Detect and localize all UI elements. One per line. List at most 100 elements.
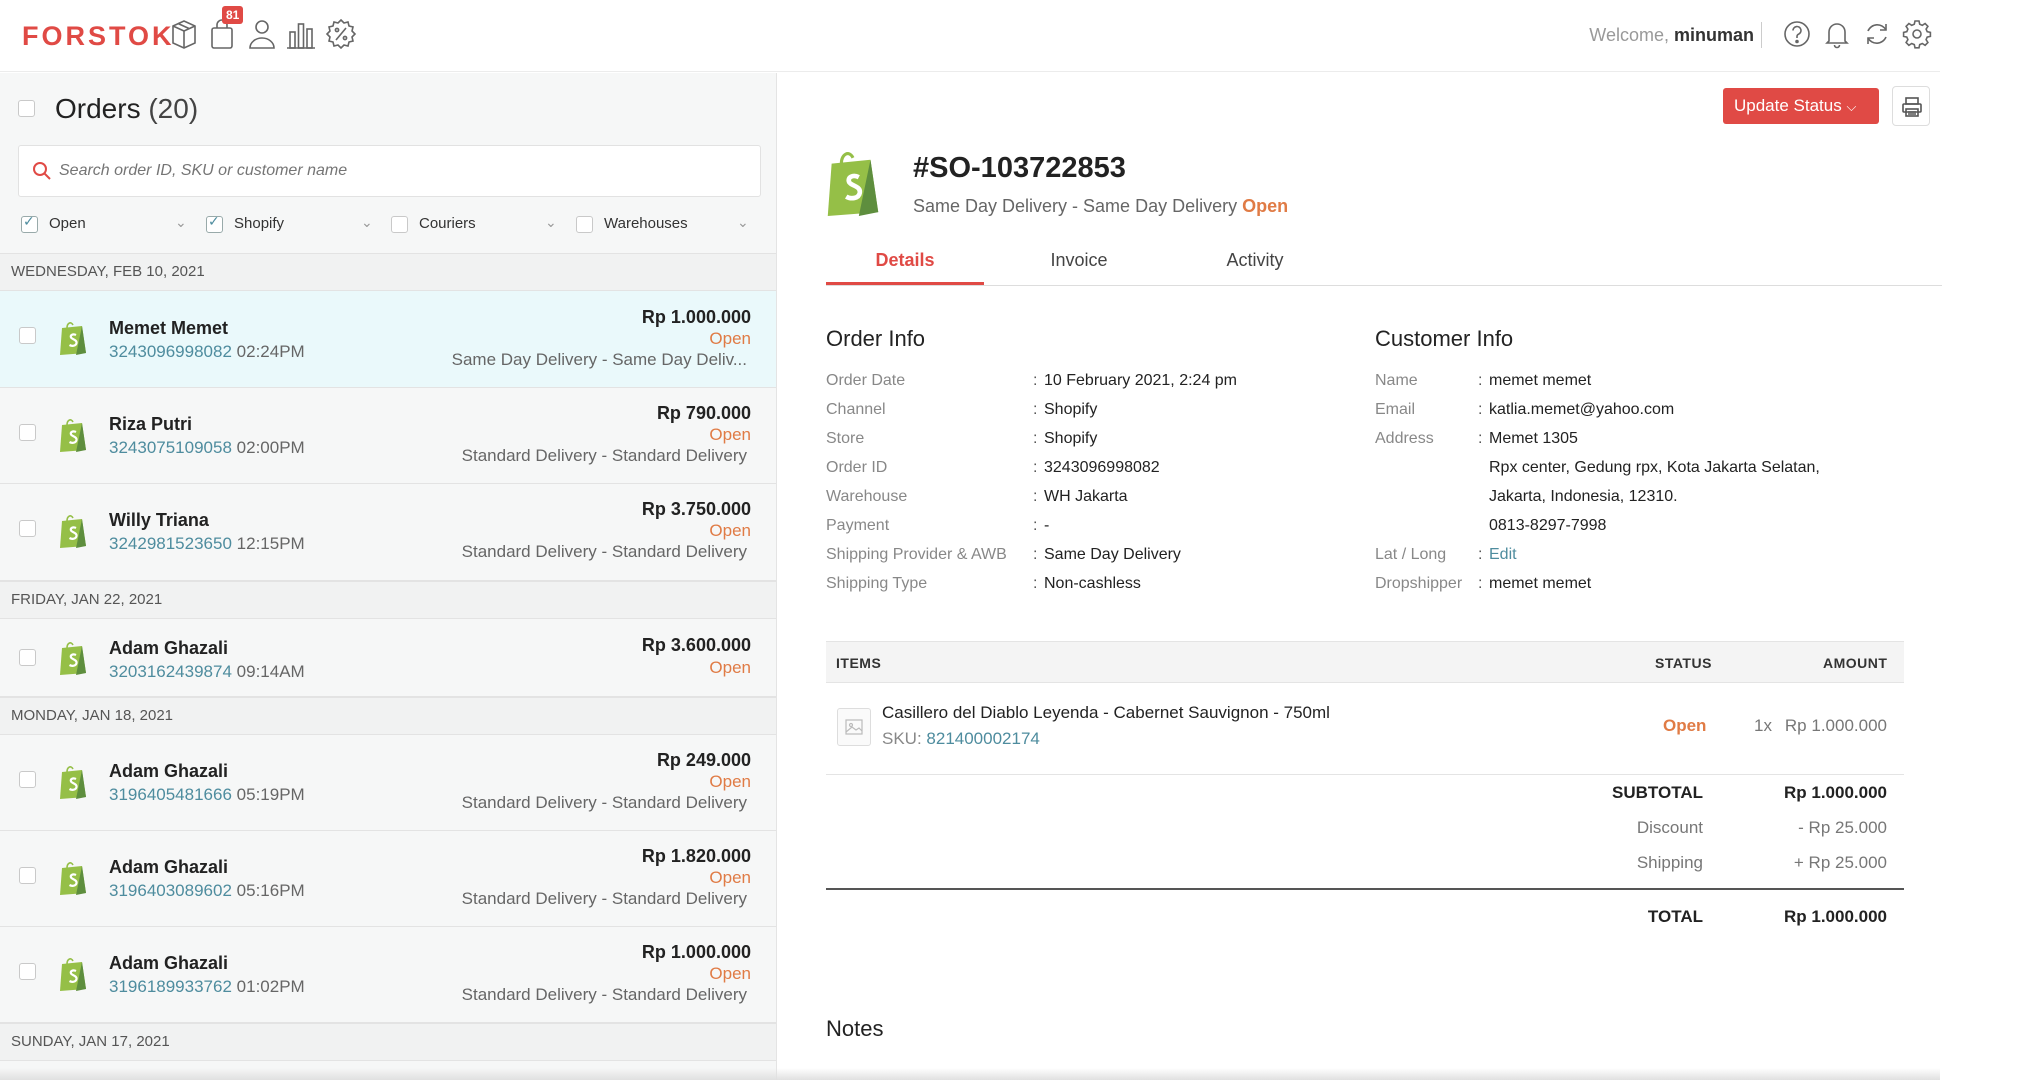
notifications-bell-icon[interactable] — [1822, 18, 1852, 50]
analytics-chart-icon[interactable] — [284, 16, 318, 52]
print-button[interactable] — [1892, 86, 1930, 126]
filter-open-checkbox[interactable] — [21, 214, 38, 233]
order-id: 3242981523650 — [109, 534, 232, 553]
app: { "topbar": { "logo": "FORSTOK", "notif_… — [0, 0, 2020, 1080]
filter-open-label[interactable]: Open — [49, 215, 86, 232]
order-row-checkbox[interactable] — [19, 771, 36, 788]
filter-channel-chevron-icon[interactable]: ⌄ — [361, 214, 373, 231]
customer-phone: 0813-8297-7998 — [1489, 517, 1607, 534]
order-delivery: Standard Delivery - Standard Delivery — [461, 793, 747, 812]
colon: : — [1478, 372, 1483, 389]
discount-value: - Rp 25.000 — [1798, 818, 1887, 837]
order-row-checkbox[interactable] — [19, 520, 36, 537]
customer-info-title: Customer Info — [1375, 326, 1514, 351]
search-icon — [33, 162, 51, 180]
bottom-edge — [0, 1068, 1940, 1080]
printer-icon — [1902, 97, 1922, 117]
total-label: TOTAL — [1647, 907, 1703, 926]
order-row-checkbox[interactable] — [19, 327, 36, 344]
order-row-checkbox[interactable] — [19, 649, 36, 666]
order-status: Open — [709, 521, 751, 540]
order-id-value: 3243096998082 — [1044, 459, 1160, 476]
tab-details[interactable]: Details — [826, 250, 984, 271]
order-amount: Rp 1.000.000 — [641, 942, 751, 962]
welcome-text: Welcome, minuman — [1589, 25, 1754, 46]
active-tab-indicator — [826, 282, 984, 285]
order-detail-panel — [778, 73, 1940, 1080]
dropshipper-value: memet memet — [1489, 575, 1592, 592]
tab-activity[interactable]: Activity — [1176, 250, 1334, 271]
order-status: Open — [709, 658, 751, 677]
channel-value: Shopify — [1044, 401, 1098, 418]
order-amount: Rp 790.000 — [656, 403, 751, 423]
order-amount: Rp 3.750.000 — [641, 499, 751, 519]
order-row[interactable]: Adam Ghazali 3196403089602 05:16PM Rp 1.… — [0, 831, 776, 927]
filter-warehouses-checkbox[interactable] — [576, 216, 593, 233]
item-amount: Rp 1.000.000 — [1784, 716, 1887, 735]
settings-gear-icon[interactable] — [1902, 18, 1932, 50]
date-group-header: FRIDAY, JAN 22, 2021 — [0, 581, 776, 619]
order-search-box[interactable] — [18, 145, 761, 197]
order-delivery: Standard Delivery - Standard Delivery — [461, 446, 747, 465]
date-group-header: MONDAY, JAN 18, 2021 — [0, 697, 776, 735]
help-icon[interactable] — [1782, 18, 1812, 50]
order-row[interactable]: Riza Putri 3243075109058 02:00PM Rp 790.… — [0, 388, 776, 484]
order-row[interactable]: Memet Memet 3243096998082 02:24PM Rp 1.0… — [0, 291, 776, 388]
customer-name: Adam Ghazali — [109, 857, 229, 877]
order-row-checkbox[interactable] — [19, 424, 36, 441]
order-row[interactable]: Willy Triana 3242981523650 12:15PM Rp 3.… — [0, 484, 776, 581]
shopify-logo-icon — [60, 419, 86, 452]
shopify-logo-icon — [60, 515, 86, 548]
order-row[interactable]: Adam Ghazali 3196405481666 05:19PM Rp 24… — [0, 735, 776, 831]
order-amount: Rp 1.000.000 — [641, 307, 751, 327]
refresh-sync-icon[interactable] — [1862, 18, 1892, 50]
search-input[interactable] — [59, 158, 739, 184]
item-image-placeholder — [837, 708, 871, 746]
filter-channel-label[interactable]: Shopify — [234, 215, 284, 232]
tab-invoice[interactable]: Invoice — [1000, 250, 1158, 271]
payment-label: Payment — [826, 517, 890, 534]
order-time: 05:16PM — [236, 881, 305, 900]
promotions-percent-icon[interactable] — [324, 16, 358, 52]
item-name: Casillero del Diablo Leyenda - Cabernet … — [882, 703, 1330, 722]
forstok-logo[interactable]: FORSTOK — [22, 21, 175, 52]
order-row-checkbox[interactable] — [19, 867, 36, 884]
sku-link[interactable]: 821400002174 — [926, 729, 1039, 748]
date-group-header: SUNDAY, JAN 17, 2021 — [0, 1023, 776, 1061]
update-status-button[interactable]: Update Status ⌵ — [1723, 88, 1879, 124]
latlong-label: Lat / Long — [1375, 546, 1447, 563]
latlong-edit-link[interactable]: Edit — [1489, 546, 1517, 564]
warehouse-value: WH Jakarta — [1044, 488, 1128, 505]
shopify-logo-icon — [60, 958, 86, 991]
shopify-logo-icon — [827, 152, 879, 216]
subtotal-value: Rp 1.000.000 — [1783, 783, 1887, 802]
username: minuman — [1673, 25, 1754, 45]
store-label: Store — [826, 430, 865, 447]
select-all-checkbox[interactable] — [18, 100, 35, 117]
customer-name-label: Name — [1375, 372, 1418, 389]
colon: : — [1478, 430, 1483, 447]
filter-couriers-label[interactable]: Couriers — [419, 215, 476, 232]
channel-label: Channel — [826, 401, 886, 418]
order-id-time: 3203162439874 09:14AM — [109, 662, 305, 682]
filter-couriers-checkbox[interactable] — [391, 216, 408, 233]
filter-warehouses-chevron-icon[interactable]: ⌄ — [737, 214, 749, 231]
filter-open-chevron-icon[interactable]: ⌄ — [175, 214, 187, 231]
shipping-label: Shipping — [1636, 853, 1703, 872]
customers-user-icon[interactable] — [245, 16, 279, 52]
orders-notification-badge: 81 — [222, 6, 244, 24]
colon: : — [1478, 401, 1483, 418]
store-value: Shopify — [1044, 430, 1098, 447]
order-row[interactable]: Adam Ghazali 3196189933762 01:02PM Rp 1.… — [0, 927, 776, 1023]
order-row-checkbox[interactable] — [19, 963, 36, 980]
order-number: #SO-103722853 — [913, 152, 1126, 184]
filter-warehouses-label[interactable]: Warehouses — [604, 215, 688, 232]
image-icon — [845, 719, 863, 735]
products-box-icon[interactable] — [167, 16, 201, 52]
order-id-time: 3243075109058 02:00PM — [109, 438, 305, 458]
filter-couriers-chevron-icon[interactable]: ⌄ — [545, 214, 557, 231]
filter-channel-checkbox[interactable] — [206, 214, 223, 233]
subtotal-label: SUBTOTAL — [1612, 783, 1703, 802]
order-row[interactable]: Adam Ghazali 3203162439874 09:14AM Rp 3.… — [0, 619, 776, 697]
order-id: 3196403089602 — [109, 881, 232, 900]
